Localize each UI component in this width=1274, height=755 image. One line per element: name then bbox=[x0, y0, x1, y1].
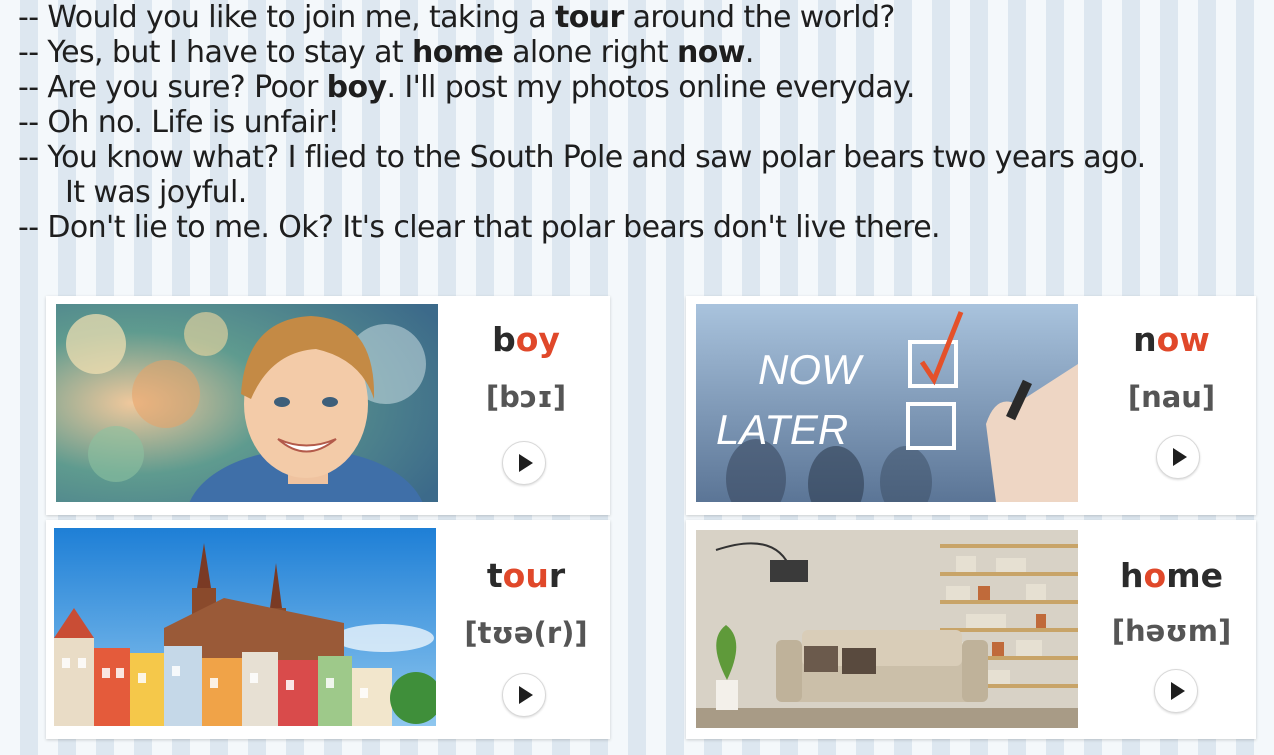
keyword: now bbox=[677, 35, 745, 70]
now-later-photo: NOW LATER bbox=[696, 304, 1078, 502]
dialogue-line: -- Yes, but I have to stay at home alone… bbox=[18, 35, 1146, 70]
word-home: home bbox=[1120, 556, 1223, 595]
dialogue-text: . bbox=[744, 35, 755, 70]
dialogue-line: -- Would you like to join me, taking a t… bbox=[18, 0, 1146, 35]
dialogue-text: around the world? bbox=[623, 0, 896, 35]
dialogue-line: -- You know what? I flied to the South P… bbox=[18, 140, 1146, 210]
word-tour: tour bbox=[486, 556, 566, 595]
old-town-photo bbox=[54, 528, 436, 726]
dialogue-line: -- Don't lie to me. Ok? It's clear that … bbox=[18, 210, 1146, 245]
dialogue-text: -- Are you sure? Poor bbox=[18, 70, 327, 105]
dialogue-text: alone right bbox=[503, 35, 678, 70]
dialogue-text: -- Oh no. Life is unfair! bbox=[18, 105, 340, 140]
dialogue-line: -- Oh no. Life is unfair! bbox=[18, 105, 1146, 140]
play-audio-home-button[interactable] bbox=[1154, 669, 1198, 713]
dialogue-continuation: It was joyful. bbox=[65, 175, 247, 210]
dialogue: -- Would you like to join me, taking a t… bbox=[18, 0, 1146, 245]
living-room-photo bbox=[696, 530, 1078, 728]
vocab-card-tour: tour [tʊə(r)] bbox=[46, 520, 610, 739]
boy-photo bbox=[56, 304, 438, 502]
photo-text-later: LATER bbox=[716, 406, 848, 453]
keyword: home bbox=[411, 35, 504, 70]
dialogue-text: -- You know what? I flied to the South P… bbox=[18, 140, 1146, 175]
dialogue-line: -- Are you sure? Poor boy. I'll post my … bbox=[18, 70, 1146, 105]
photo-text-now: NOW bbox=[758, 346, 864, 393]
dialogue-text: -- Would you like to join me, taking a bbox=[18, 0, 555, 35]
play-audio-boy-button[interactable] bbox=[502, 441, 546, 485]
vocab-card-boy: boy [bɔɪ] bbox=[46, 296, 610, 515]
ipa-home: [həʊm] bbox=[1111, 614, 1232, 648]
keyword: boy bbox=[326, 70, 387, 105]
word-boy: boy bbox=[492, 320, 560, 359]
vocab-card-home: home [həʊm] bbox=[686, 520, 1256, 739]
play-icon bbox=[1173, 448, 1187, 466]
keyword: tour bbox=[554, 0, 624, 35]
play-audio-now-button[interactable] bbox=[1156, 435, 1200, 479]
play-icon bbox=[519, 686, 533, 704]
play-audio-tour-button[interactable] bbox=[502, 673, 546, 717]
dialogue-text: -- Yes, but I have to stay at bbox=[18, 35, 412, 70]
ipa-tour: [tʊə(r)] bbox=[464, 616, 588, 650]
dialogue-text: -- Don't lie to me. Ok? It's clear that … bbox=[18, 210, 941, 245]
ipa-boy: [bɔɪ] bbox=[485, 380, 567, 414]
ipa-now: [nau] bbox=[1127, 380, 1216, 414]
vocab-card-now: NOW LATER now [nau] bbox=[686, 296, 1256, 515]
word-now: now bbox=[1133, 320, 1210, 359]
dialogue-text: . I'll post my photos online everyday. bbox=[386, 70, 916, 105]
play-icon bbox=[519, 454, 533, 472]
play-icon bbox=[1171, 682, 1185, 700]
